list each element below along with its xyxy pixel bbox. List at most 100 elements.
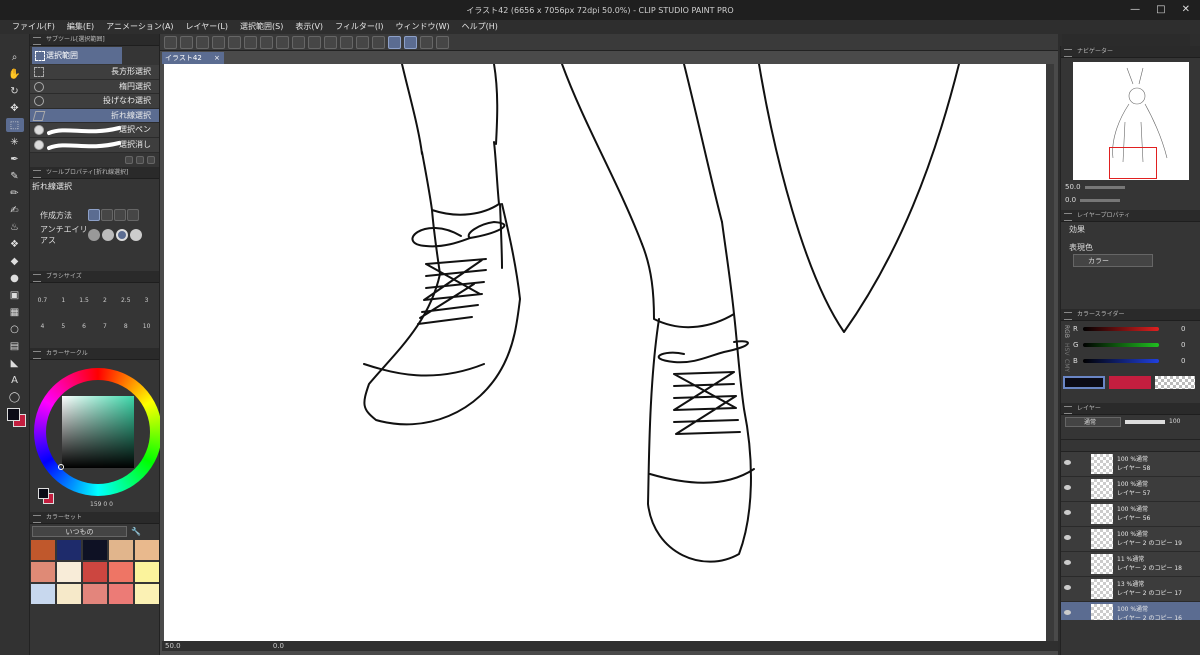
subtool-item-ellipse[interactable]: 楕円選択 xyxy=(30,79,159,95)
slider-b[interactable]: B 0 xyxy=(1073,357,1185,365)
visibility-eye-icon[interactable] xyxy=(1064,560,1071,565)
slider-g[interactable]: G 0 xyxy=(1073,341,1185,349)
subtool-item-rect[interactable]: 長方形選択 xyxy=(30,65,159,80)
main-color-chip[interactable] xyxy=(38,488,49,500)
brushsize-cell[interactable]: 2 xyxy=(95,297,116,323)
main-color-swatch[interactable] xyxy=(7,408,20,421)
pencil-tool-icon[interactable]: ✏ xyxy=(6,186,24,200)
color-swatch[interactable] xyxy=(135,584,159,605)
menu-layer[interactable]: レイヤー(L) xyxy=(186,20,228,34)
gradient-tool-icon[interactable]: ▦ xyxy=(6,305,24,319)
brushsize-cell[interactable]: 8 xyxy=(115,323,136,349)
transform-icon[interactable] xyxy=(324,35,337,49)
slider-b-track[interactable] xyxy=(1083,359,1159,363)
deselect-icon[interactable] xyxy=(340,35,353,49)
layerprop-tab[interactable]: レイヤープロパティ xyxy=(1061,210,1200,222)
brushsize-cell[interactable]: 2.5 xyxy=(115,297,136,323)
colorslider-tab[interactable]: カラースライダー xyxy=(1061,309,1200,321)
color-swatch[interactable] xyxy=(31,540,55,561)
subtract-selection-icon[interactable] xyxy=(114,209,126,222)
sub-color-button[interactable] xyxy=(1109,375,1151,389)
balloon-tool-icon[interactable]: ◯ xyxy=(6,390,24,404)
airbrush-tool-icon[interactable]: ♨ xyxy=(6,220,24,234)
menu-edit[interactable]: 編集(E) xyxy=(67,20,94,34)
menu-filter[interactable]: フィルター(I) xyxy=(335,20,383,34)
copy-subtool-icon[interactable] xyxy=(136,156,144,165)
brushsize-cell[interactable]: 3 xyxy=(136,297,157,323)
slider-r-track[interactable] xyxy=(1083,327,1159,331)
navigator-angle-value[interactable]: 0.0 xyxy=(1065,196,1076,204)
color-swatch[interactable] xyxy=(135,562,159,583)
menu-window[interactable]: ウィンドウ(W) xyxy=(396,20,450,34)
new-selection-icon[interactable] xyxy=(88,209,100,222)
auto-select-tool-icon[interactable]: ✳ xyxy=(6,135,24,149)
zoom-readout[interactable]: 50.0 xyxy=(165,642,181,650)
grid-snap-icon[interactable] xyxy=(420,35,433,49)
subtool-item-lasso[interactable]: 投げなわ選択 xyxy=(30,94,159,109)
menu-animation[interactable]: アニメーション(A) xyxy=(106,20,173,34)
brushsize-cell[interactable]: 7 xyxy=(95,323,116,349)
angle-readout[interactable]: 0.0 xyxy=(273,642,284,650)
brushsize-cell[interactable]: 4 xyxy=(32,323,53,349)
slider-g-track[interactable] xyxy=(1083,343,1159,347)
subtool-group-tab[interactable]: 選択範囲 xyxy=(32,47,122,64)
navigator-preview[interactable] xyxy=(1073,62,1189,180)
layer-opacity-slider[interactable] xyxy=(1125,419,1165,424)
colorset-dropdown[interactable]: いつもの xyxy=(32,525,127,537)
colorset-settings-icon[interactable]: 🔧 xyxy=(131,527,141,536)
frame-tool-icon[interactable]: ▤ xyxy=(6,339,24,353)
layer-opacity-value[interactable]: 100 xyxy=(1169,418,1180,425)
layer-row[interactable]: 11 %通常 レイヤー 2 のコピー 18 xyxy=(1061,552,1200,577)
navigator-zoom-value[interactable]: 50.0 xyxy=(1065,183,1081,191)
undo-icon[interactable] xyxy=(244,35,257,49)
ruler-snap-icon[interactable] xyxy=(388,35,401,49)
blend-tool-icon[interactable]: ● xyxy=(6,271,24,285)
loading-icon[interactable] xyxy=(276,35,289,49)
navigator-zoom-slider[interactable] xyxy=(1084,185,1125,189)
navigator-angle-slider[interactable] xyxy=(1080,198,1121,202)
color-swatch[interactable] xyxy=(109,584,133,605)
color-swatch[interactable] xyxy=(57,584,81,605)
text-tool-icon[interactable]: A xyxy=(6,373,24,387)
visibility-eye-icon[interactable] xyxy=(1064,460,1071,465)
save-icon[interactable] xyxy=(212,35,225,49)
hand-tool-icon[interactable]: ✋ xyxy=(6,67,24,81)
pen-tool-icon[interactable]: ✎ xyxy=(6,169,24,183)
navigator-tab[interactable]: ナビゲーター xyxy=(1061,46,1200,58)
close-button[interactable]: ✕ xyxy=(1182,4,1190,15)
menu-view[interactable]: 表示(V) xyxy=(295,20,323,34)
layer-row[interactable]: 100 %通常 レイヤー 58 xyxy=(1061,452,1200,477)
fill-icon[interactable] xyxy=(308,35,321,49)
transparent-color-button[interactable] xyxy=(1155,375,1195,389)
eyedropper-tool-icon[interactable]: ✒ xyxy=(6,152,24,166)
antialias-strong-icon[interactable] xyxy=(130,229,142,242)
subtool-item-selection-erase[interactable]: 選択消し xyxy=(30,138,159,154)
brushsize-cell[interactable]: 6 xyxy=(74,323,95,349)
color-swatch[interactable] xyxy=(109,562,133,583)
slider-mode-rgb[interactable]: RGB xyxy=(1063,325,1070,338)
selection-tool-icon[interactable]: ⬚ xyxy=(5,118,24,132)
intersect-selection-icon[interactable] xyxy=(127,209,139,222)
color-swatch[interactable] xyxy=(83,562,107,583)
brush-tool-icon[interactable]: ✍ xyxy=(6,203,24,217)
new-file-icon[interactable] xyxy=(180,35,193,49)
visibility-eye-icon[interactable] xyxy=(1064,510,1071,515)
menu-help[interactable]: ヘルプ(H) xyxy=(462,20,498,34)
brushsize-cell[interactable]: 1 xyxy=(53,297,74,323)
close-tab-icon[interactable]: × xyxy=(214,52,220,64)
add-subtool-icon[interactable] xyxy=(125,156,133,165)
document-tab[interactable]: イラスト42 × xyxy=(162,52,224,64)
rotate-tool-icon[interactable]: ↻ xyxy=(6,84,24,98)
reference-icon[interactable] xyxy=(436,35,449,49)
layer-row[interactable]: 13 %通常 レイヤー 2 のコピー 17 xyxy=(1061,577,1200,602)
visibility-eye-icon[interactable] xyxy=(1064,585,1071,590)
antialias-medium-icon[interactable] xyxy=(116,229,128,242)
special-ruler-snap-icon[interactable] xyxy=(404,35,417,49)
brushsize-cell[interactable]: 1.5 xyxy=(74,297,95,323)
slider-mode-hsv[interactable]: HSV xyxy=(1063,343,1070,355)
visibility-eye-icon[interactable] xyxy=(1064,610,1071,615)
layer-row[interactable]: 100 %通常 レイヤー 56 xyxy=(1061,502,1200,527)
layerprop-color-dropdown[interactable]: カラー xyxy=(1073,254,1153,267)
redo-icon[interactable] xyxy=(260,35,273,49)
subtool-item-selection-pen[interactable]: 選択ペン xyxy=(30,123,159,139)
